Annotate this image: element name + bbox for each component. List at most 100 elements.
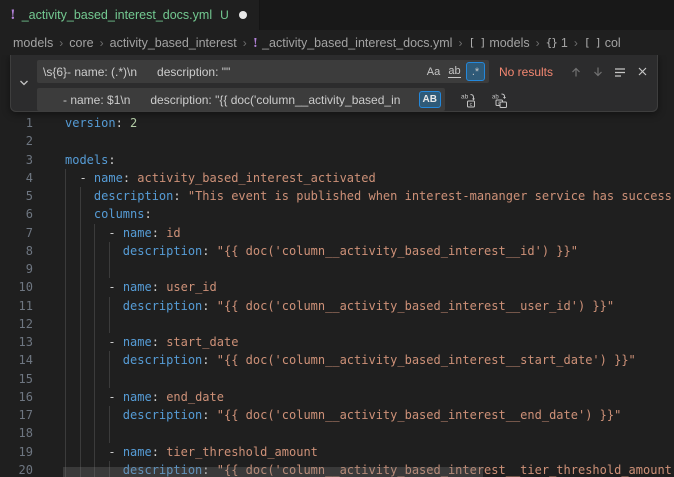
- breadcrumb-label: 1: [561, 36, 568, 50]
- replace-all-button[interactable]: ab a: [489, 89, 511, 111]
- code-line[interactable]: [65, 315, 674, 333]
- object-icon: {}: [546, 36, 557, 49]
- breadcrumb-item-core[interactable]: core: [69, 36, 93, 50]
- replace-all-icon: ab a: [492, 92, 508, 108]
- code-line[interactable]: description: "{{ doc('column__activity_b…: [65, 406, 674, 424]
- indent-guide: [109, 406, 110, 443]
- code-line[interactable]: columns:: [65, 205, 674, 223]
- breadcrumb-item-1[interactable]: {} 1: [546, 36, 568, 50]
- breadcrumb-label: core: [69, 36, 93, 50]
- replace-icon: ab c: [460, 92, 476, 108]
- svg-text:a: a: [498, 100, 501, 106]
- breadcrumb-label: models: [13, 36, 53, 50]
- code-line[interactable]: description: "{{ doc('column__activity_b…: [65, 351, 674, 369]
- line-number: 1: [0, 114, 40, 132]
- breadcrumb-item-models[interactable]: models: [13, 36, 53, 50]
- code-line[interactable]: - name: end_date: [65, 388, 674, 406]
- indent-guide: [80, 187, 81, 477]
- svg-text:c: c: [470, 101, 473, 107]
- tab-bar: ! _activity_based_interest_docs.yml U: [0, 0, 674, 30]
- breadcrumb-item-_activity_based_interest_docs.yml[interactable]: ! _activity_based_interest_docs.yml: [253, 36, 453, 50]
- line-number: 5: [0, 187, 40, 205]
- breadcrumb-label: models: [489, 36, 529, 50]
- tab-filename: _activity_based_interest_docs.yml: [22, 8, 212, 22]
- code-line[interactable]: - name: id: [65, 224, 674, 242]
- indent-guide: [109, 351, 110, 388]
- selection-lines-icon: [613, 65, 627, 79]
- tab-activity-docs-yml[interactable]: ! _activity_based_interest_docs.yml U: [0, 0, 260, 30]
- code-line[interactable]: description: "This event is published wh…: [65, 187, 674, 205]
- line-number: 2: [0, 132, 40, 150]
- line-number: 12: [0, 315, 40, 333]
- yaml-icon: !: [253, 36, 258, 50]
- code-line[interactable]: [65, 424, 674, 442]
- replace-row: - name: $1\n description: "{{ doc('colum…: [37, 88, 653, 111]
- breadcrumb-separator: ›: [574, 36, 578, 50]
- yaml-file-icon: !: [10, 8, 16, 23]
- find-results-count: No results: [499, 65, 553, 79]
- regex-toggle[interactable]: .*: [466, 62, 485, 81]
- editor[interactable]: 1234567891011121314151617181920 version:…: [0, 55, 674, 477]
- indent-guide: [65, 169, 66, 477]
- previous-match-button[interactable]: [565, 61, 587, 83]
- code-line[interactable]: description: "{{ doc('column__activity_b…: [65, 297, 674, 315]
- code-lines[interactable]: version: 2 models: - name: activity_based…: [65, 114, 674, 477]
- line-number: 3: [0, 151, 40, 169]
- breadcrumb-item-col[interactable]: [ ] col: [584, 36, 621, 50]
- code-line[interactable]: [65, 370, 674, 388]
- breadcrumb-separator: ›: [536, 36, 540, 50]
- close-find-button[interactable]: [631, 61, 653, 83]
- line-number: 18: [0, 424, 40, 442]
- breadcrumb-label: col: [605, 36, 621, 50]
- preserve-case-toggle[interactable]: AB: [419, 91, 441, 108]
- line-number: 16: [0, 388, 40, 406]
- code-line[interactable]: [65, 132, 674, 150]
- line-number: 14: [0, 351, 40, 369]
- gutter: 1234567891011121314151617181920: [0, 114, 40, 477]
- match-case-toggle[interactable]: Aa: [424, 62, 443, 81]
- code-line[interactable]: - name: start_date: [65, 333, 674, 351]
- find-input[interactable]: \s{6}- name: (.*)\n description: "" Aa a…: [37, 60, 489, 83]
- breadcrumb-separator: ›: [243, 36, 247, 50]
- breadcrumb-label: _activity_based_interest_docs.yml: [262, 36, 452, 50]
- breadcrumb-label: activity_based_interest: [110, 36, 237, 50]
- breadcrumb-separator: ›: [100, 36, 104, 50]
- find-query-text: \s{6}- name: (.*)\n description: "": [43, 65, 422, 79]
- code-line[interactable]: - name: activity_based_interest_activate…: [65, 169, 674, 187]
- replace-button[interactable]: ab c: [457, 89, 479, 111]
- line-number: 11: [0, 297, 40, 315]
- toggle-replace-button[interactable]: [11, 55, 37, 111]
- replace-input[interactable]: - name: $1\n description: "{{ doc('colum…: [37, 88, 445, 111]
- git-status-badge: U: [220, 8, 229, 22]
- vscode-window: ! _activity_based_interest_docs.yml U mo…: [0, 0, 674, 477]
- find-replace-widget: \s{6}- name: (.*)\n description: "" Aa a…: [10, 55, 658, 112]
- array-icon: [ ]: [584, 36, 601, 49]
- modified-dot-icon[interactable]: [239, 11, 247, 19]
- line-number: 9: [0, 260, 40, 278]
- code-line[interactable]: description: "{{ doc('column__activity_b…: [65, 242, 674, 260]
- breadcrumb-item-models[interactable]: [ ]models: [468, 36, 529, 50]
- line-number: 7: [0, 224, 40, 242]
- next-match-button[interactable]: [587, 61, 609, 83]
- code-line[interactable]: version: 2: [65, 114, 674, 132]
- replace-value-text: - name: $1\n description: "{{ doc('colum…: [43, 93, 419, 107]
- code-line[interactable]: models:: [65, 151, 674, 169]
- indent-guide: [94, 224, 95, 477]
- breadcrumb-item-activity_based_interest[interactable]: activity_based_interest: [110, 36, 237, 50]
- line-number: 15: [0, 370, 40, 388]
- svg-text:ab: ab: [461, 93, 469, 100]
- breadcrumb: models › core › activity_based_interest ›! _ac…: [0, 30, 674, 55]
- horizontal-scrollbar-thumb[interactable]: [63, 467, 483, 477]
- line-number: 4: [0, 169, 40, 187]
- code-line[interactable]: - name: user_id: [65, 278, 674, 296]
- indent-guide: [109, 242, 110, 279]
- code-line[interactable]: - name: tier_threshold_amount: [65, 443, 674, 461]
- find-row: \s{6}- name: (.*)\n description: "" Aa a…: [37, 60, 653, 83]
- whole-word-toggle[interactable]: ab: [445, 62, 464, 81]
- code-line[interactable]: [65, 260, 674, 278]
- find-in-selection-button[interactable]: [609, 61, 631, 83]
- breadcrumb-separator: ›: [458, 36, 462, 50]
- breadcrumb-separator: ›: [59, 36, 63, 50]
- line-number: 20: [0, 461, 40, 477]
- line-number: 17: [0, 406, 40, 424]
